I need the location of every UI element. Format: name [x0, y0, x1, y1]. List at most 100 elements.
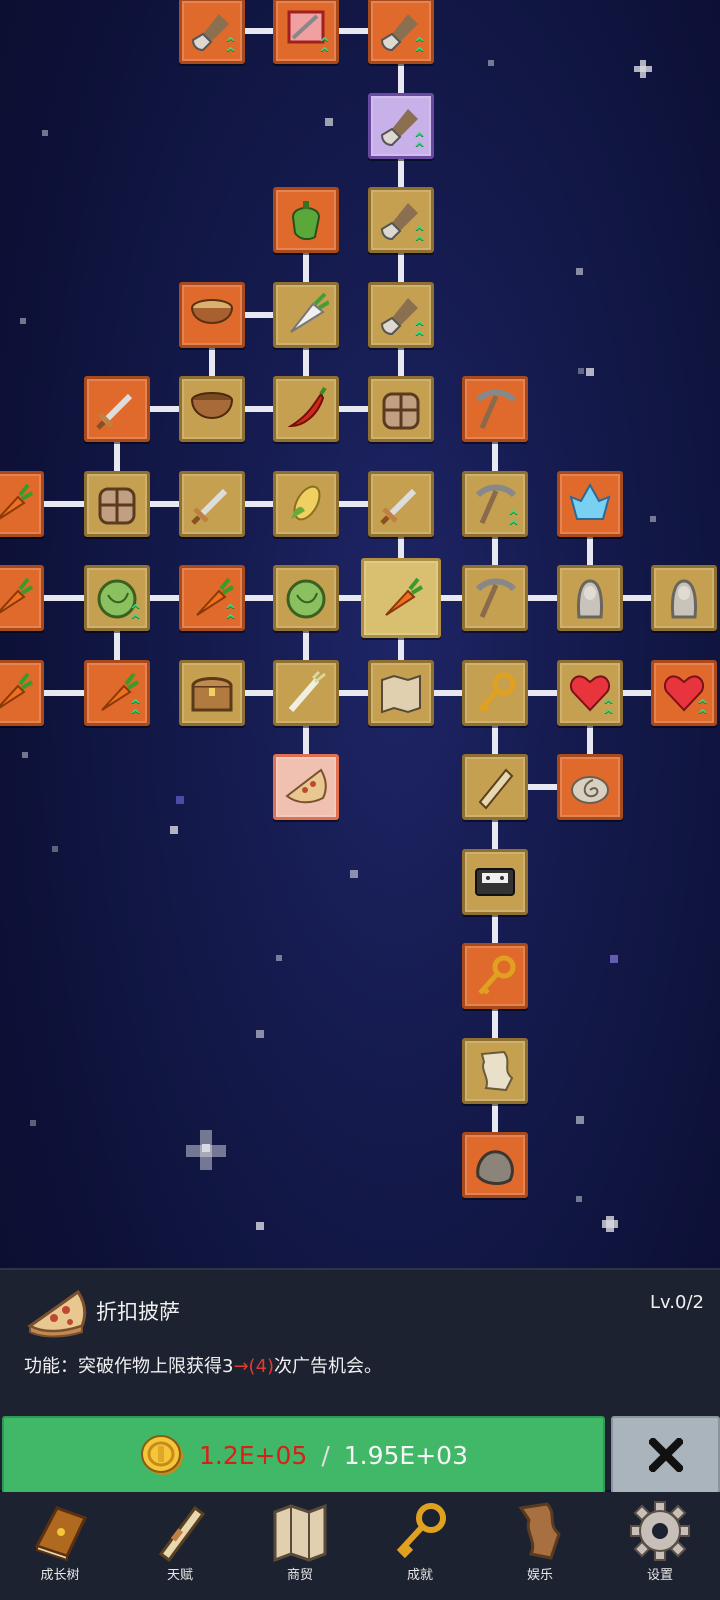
- fossil-icon: [571, 776, 609, 804]
- upgrade-arrow-icon: ^ ^: [130, 603, 141, 628]
- tree-node-carrot[interactable]: [0, 565, 44, 631]
- upgrade-arrow-icon: ^ ^: [130, 698, 141, 723]
- rock-icon: [476, 1150, 514, 1185]
- tree-node-leek[interactable]: [273, 660, 339, 726]
- radish-icon: [290, 292, 329, 333]
- close-button[interactable]: [611, 1416, 720, 1494]
- backpack-icon: [382, 392, 420, 430]
- bowl-icon: [191, 392, 233, 419]
- upgrade-cost-button[interactable]: 1.2E+05 / 1.95E+03: [2, 1416, 605, 1494]
- scroll-icon: [478, 768, 514, 810]
- paper-icon: [480, 1050, 514, 1092]
- tree-node-shovel[interactable]: ^ ^: [368, 187, 434, 253]
- tree-node-statue[interactable]: [651, 565, 717, 631]
- carrot-icon: [0, 577, 34, 614]
- item-name: 折扣披萨: [96, 1300, 180, 1324]
- carrot-icon: [0, 672, 34, 709]
- tree-node-pickaxe[interactable]: ^ ^: [462, 471, 528, 537]
- skill-tree[interactable]: ^ ^ ^ ^ ^ ^ ^ ^ ^ ^ ^ ^ ^ ^ ^ ^ ^ ^ ^ ^ ^ ^ ^ ^: [0, 0, 720, 1270]
- tree-node-pizza[interactable]: [273, 754, 339, 820]
- tree-node-pickaxe[interactable]: [462, 565, 528, 631]
- tree-node-carrot[interactable]: [0, 660, 44, 726]
- tree-node-key[interactable]: [462, 660, 528, 726]
- tree-node-scroll[interactable]: [462, 754, 528, 820]
- tree-node-heart[interactable]: ^ ^: [557, 660, 623, 726]
- tree-node-paper[interactable]: [462, 1038, 528, 1104]
- nav-trade[interactable]: 商贸: [245, 1492, 355, 1600]
- tree-node-carrot[interactable]: ^ ^: [84, 660, 150, 726]
- description-prefix: 功能：突破作物上限获得3: [24, 1356, 234, 1377]
- upgrade-arrow-icon: ^ ^: [225, 603, 236, 628]
- tree-node-crystal[interactable]: [557, 471, 623, 537]
- nav-talent[interactable]: 天赋: [125, 1492, 235, 1600]
- tree-node-map[interactable]: [368, 660, 434, 726]
- cost-current-value: 1.2E+05: [199, 1440, 308, 1470]
- tree-node-backpack[interactable]: [368, 376, 434, 442]
- nav-entertainment[interactable]: 娱乐: [485, 1492, 595, 1600]
- tree-node-carrot[interactable]: [361, 558, 441, 638]
- tree-node-pickaxe[interactable]: [462, 376, 528, 442]
- gold-coin-icon: [141, 1435, 183, 1475]
- statue-icon: [671, 579, 697, 619]
- nav-label: 娱乐: [526, 1568, 553, 1583]
- tree-node-shovel[interactable]: ^ ^: [368, 0, 434, 64]
- nav-label: 商贸: [286, 1568, 313, 1583]
- carrot-icon: [0, 483, 34, 520]
- nav-achievement[interactable]: 成就: [365, 1492, 475, 1600]
- crystal-icon: [569, 482, 611, 520]
- key-icon: [478, 955, 516, 995]
- tree-node-cabbage[interactable]: ^ ^: [84, 565, 150, 631]
- tree-node-backpack[interactable]: [84, 471, 150, 537]
- nav-growth-tree[interactable]: 成长树: [5, 1492, 115, 1600]
- backpack-icon: [98, 487, 136, 525]
- sword-icon: [380, 488, 417, 525]
- key-icon: [478, 672, 516, 712]
- tree-node-statue[interactable]: [557, 565, 623, 631]
- pickaxe-icon: [475, 578, 517, 619]
- statue-icon: [577, 579, 603, 619]
- paper-icon: [518, 1502, 561, 1560]
- chili-icon: [287, 386, 327, 428]
- tree-node-sword[interactable]: [84, 376, 150, 442]
- tree-node-card[interactable]: ^ ^: [273, 0, 339, 64]
- tree-node-chili[interactable]: [273, 376, 339, 442]
- item-info-panel: 折扣披萨 Lv.0/2 功能：突破作物上限获得3→(4)次广告机会。 1.2E+…: [0, 1268, 720, 1494]
- corn-icon: [291, 485, 321, 521]
- tree-node-shovel[interactable]: ^ ^: [179, 0, 245, 64]
- pizza-icon: [27, 1289, 87, 1338]
- tree-node-sword[interactable]: [368, 471, 434, 537]
- tree-node-carrot[interactable]: [0, 471, 44, 537]
- tree-node-bowl-soup[interactable]: [179, 282, 245, 348]
- tree-node-key[interactable]: [462, 943, 528, 1009]
- description-suffix: 次广告机会。: [274, 1356, 383, 1377]
- tree-node-corn[interactable]: [273, 471, 339, 537]
- tree-node-bowl[interactable]: [179, 376, 245, 442]
- chain-link: [38, 690, 90, 696]
- chest-icon: [191, 677, 233, 712]
- description-arrow: →: [233, 1356, 249, 1377]
- item-description: 功能：突破作物上限获得3→(4)次广告机会。: [24, 1352, 382, 1378]
- pizza-icon: [285, 768, 327, 804]
- sword-icon: [191, 488, 228, 525]
- tree-node-shovel[interactable]: ^ ^: [368, 93, 434, 159]
- tree-node-cassette[interactable]: [462, 849, 528, 915]
- tree-node-shovel[interactable]: ^ ^: [368, 282, 434, 348]
- tree-node-carrot[interactable]: ^ ^: [179, 565, 245, 631]
- tree-node-cabbage[interactable]: [273, 565, 339, 631]
- map-icon: [381, 674, 421, 714]
- nav-label: 成就: [406, 1568, 433, 1583]
- tree-node-fossil[interactable]: [557, 754, 623, 820]
- upgrade-arrow-icon: ^ ^: [225, 36, 236, 61]
- tree-node-radish[interactable]: [273, 282, 339, 348]
- tree-node-rock[interactable]: [462, 1132, 528, 1198]
- chain-link: [38, 595, 90, 601]
- tree-node-heart[interactable]: ^ ^: [651, 660, 717, 726]
- cassette-icon: [475, 868, 515, 896]
- cabbage-icon: [286, 579, 326, 619]
- tree-node-sword[interactable]: [179, 471, 245, 537]
- tree-node-chest[interactable]: [179, 660, 245, 726]
- nav-settings[interactable]: 设置: [605, 1492, 715, 1600]
- pepper-icon: [291, 201, 321, 241]
- tree-node-pepper[interactable]: [273, 187, 339, 253]
- key-icon: [396, 1503, 446, 1559]
